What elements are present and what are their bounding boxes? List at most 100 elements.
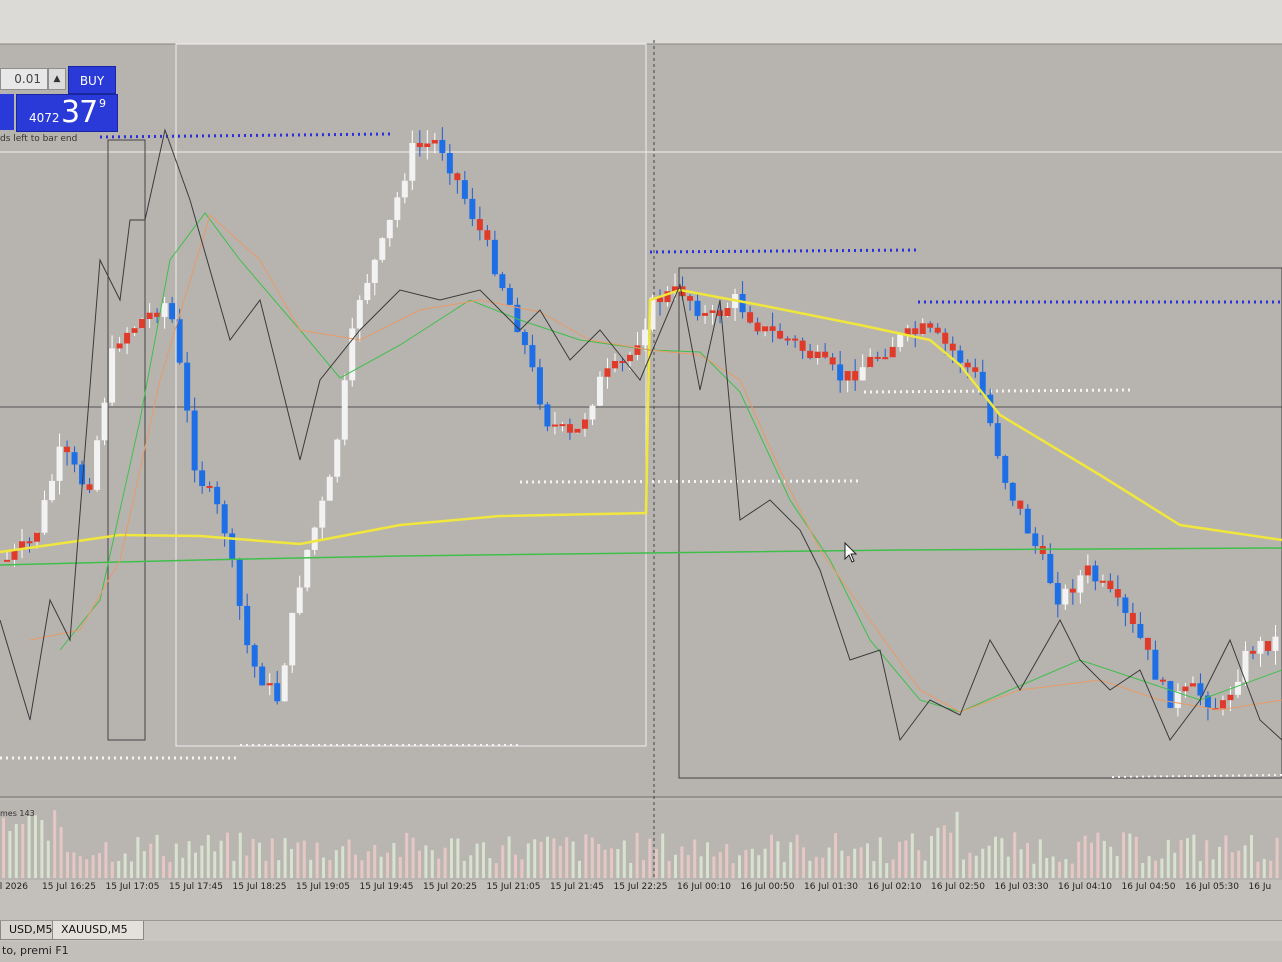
volume-bar bbox=[808, 860, 812, 878]
volume-bar bbox=[1141, 863, 1145, 878]
candle-body bbox=[1114, 589, 1121, 598]
volume-bar bbox=[1109, 846, 1113, 878]
volume-bar bbox=[1115, 855, 1119, 878]
volume-bar bbox=[59, 826, 63, 878]
candle-body bbox=[1197, 683, 1204, 696]
time-axis-label: 16 Jul 04:50 bbox=[1121, 882, 1176, 892]
candle-body bbox=[1024, 508, 1031, 534]
candle-body bbox=[1152, 649, 1159, 680]
candle-body bbox=[589, 405, 596, 420]
candle-body bbox=[1107, 580, 1114, 590]
volume-bar bbox=[322, 857, 325, 878]
candle-body bbox=[454, 173, 461, 181]
candle-body bbox=[169, 303, 176, 320]
volume-bar bbox=[661, 833, 665, 878]
candle-body bbox=[1189, 683, 1196, 687]
candle-body bbox=[296, 587, 303, 613]
candle-body bbox=[116, 343, 123, 349]
volume-bar bbox=[827, 847, 831, 878]
volume-bar bbox=[98, 853, 101, 878]
volume-bar bbox=[603, 849, 607, 878]
volume-bar bbox=[1083, 835, 1087, 878]
volume-bar bbox=[1045, 857, 1049, 878]
volume-bar bbox=[366, 851, 370, 878]
volume-bar bbox=[258, 842, 261, 878]
volume-bar bbox=[718, 852, 722, 878]
candle-body bbox=[897, 334, 904, 347]
volume-bar bbox=[962, 859, 965, 878]
candle-body bbox=[364, 282, 371, 301]
candle-body bbox=[259, 666, 266, 686]
sell-button-edge[interactable] bbox=[0, 94, 14, 130]
buy-button[interactable]: BUY bbox=[68, 66, 116, 94]
candle-body bbox=[341, 380, 348, 440]
volume-bar bbox=[1192, 834, 1196, 878]
candle-body bbox=[424, 143, 431, 148]
candle-body bbox=[611, 360, 618, 369]
volume-bar bbox=[1147, 856, 1151, 878]
candle-body bbox=[491, 239, 498, 275]
candle-body bbox=[634, 345, 641, 355]
volume-bar bbox=[558, 845, 562, 878]
volume-bar bbox=[942, 825, 946, 878]
candle-body bbox=[1122, 597, 1129, 613]
volume-bar bbox=[1173, 852, 1177, 878]
volume-bar bbox=[1090, 842, 1093, 878]
volume-bar bbox=[923, 860, 927, 878]
volume-bar bbox=[866, 843, 869, 878]
tab-xauusd-m5[interactable]: XAUUSD,M5 bbox=[52, 921, 144, 940]
candle-body bbox=[1219, 700, 1226, 709]
candle-body bbox=[882, 357, 889, 360]
volume-bar bbox=[680, 846, 684, 878]
candle-body bbox=[544, 404, 551, 427]
candle-body bbox=[319, 500, 326, 528]
volume-bar bbox=[1160, 858, 1164, 878]
volume-bar bbox=[1230, 852, 1234, 878]
volume-bar bbox=[1275, 837, 1279, 878]
volume-bar bbox=[398, 857, 402, 878]
volume-bar bbox=[155, 834, 159, 878]
lot-spinner-up-icon[interactable]: ▲ bbox=[48, 68, 66, 90]
candle-body bbox=[1017, 500, 1024, 509]
volume-bar bbox=[245, 855, 249, 878]
candle-body bbox=[124, 332, 131, 344]
volume-bar bbox=[443, 847, 447, 878]
volume-bar bbox=[1026, 842, 1029, 878]
buy-price-display[interactable]: 4072 37 9 bbox=[16, 94, 118, 132]
time-axis-label: 16 Jul 03:30 bbox=[994, 882, 1049, 892]
volume-bar bbox=[475, 843, 479, 878]
candle-body bbox=[394, 197, 401, 220]
candle-body bbox=[1159, 679, 1166, 682]
time-axis-label: 16 Jul 04:10 bbox=[1058, 882, 1112, 892]
candle-body bbox=[1249, 650, 1256, 654]
volume-bar bbox=[450, 838, 453, 878]
candle-body bbox=[469, 198, 476, 220]
candle-body bbox=[1099, 580, 1106, 583]
candle-body bbox=[814, 351, 821, 359]
candle-body bbox=[829, 357, 836, 365]
candle-body bbox=[386, 219, 393, 239]
candle-body bbox=[416, 142, 423, 148]
chart-area[interactable] bbox=[0, 0, 1282, 962]
volume-bar bbox=[251, 838, 255, 878]
volume-bar bbox=[520, 859, 524, 878]
candle-body bbox=[694, 300, 701, 316]
volume-bar bbox=[174, 843, 178, 878]
lot-size-input[interactable]: 0.01 bbox=[0, 68, 48, 90]
price-small: 4072 bbox=[29, 111, 60, 125]
time-axis-label: 15 Jul 17:45 bbox=[169, 882, 223, 892]
price-chart[interactable] bbox=[0, 0, 1282, 962]
candle-body bbox=[326, 476, 333, 501]
candle-body bbox=[934, 327, 941, 333]
volume-bar bbox=[1000, 838, 1004, 878]
candle-body bbox=[994, 423, 1001, 457]
candle-body bbox=[566, 424, 573, 433]
volume-bar bbox=[821, 857, 825, 878]
volume-bar bbox=[411, 837, 415, 878]
volume-bar bbox=[1256, 861, 1260, 878]
volume-bar bbox=[462, 860, 466, 878]
volume-bar bbox=[904, 840, 908, 878]
volume-bar bbox=[110, 861, 114, 878]
volume-bar bbox=[1013, 832, 1017, 878]
volume-bar bbox=[795, 834, 799, 878]
